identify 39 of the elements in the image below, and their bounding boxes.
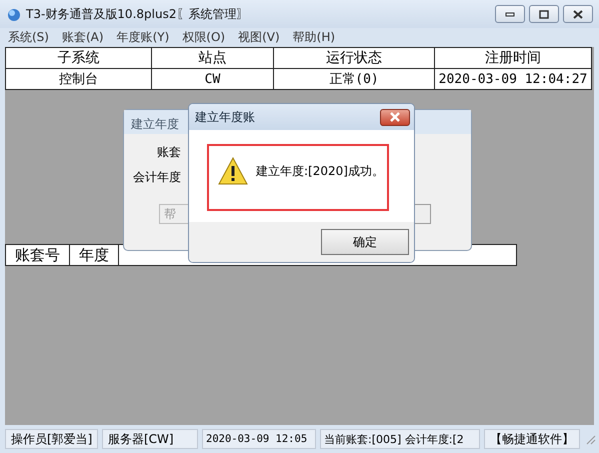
menu-item[interactable]: 权限(O): [182, 28, 226, 46]
close-button[interactable]: [380, 108, 410, 126]
field-label: 会计年度: [133, 169, 181, 186]
table-cell: 2020-03-09 12:04:27: [434, 68, 592, 90]
table-cell: 正常(0): [274, 68, 434, 90]
status-field: 操作员[郭爱当]: [5, 429, 98, 449]
maximize-button[interactable]: [529, 5, 559, 23]
maximize-icon: [539, 10, 549, 18]
minimize-button[interactable]: [495, 5, 525, 23]
warning-icon: [218, 157, 248, 185]
dialog-title: 建立年度: [131, 117, 179, 131]
menu-item[interactable]: 帮助(H): [292, 28, 336, 46]
app-logo-icon: [6, 6, 22, 22]
dialog-title: 建立年度账: [195, 108, 255, 126]
table-cell: 控制台: [6, 68, 152, 90]
window-title: T3-财务通普及版10.8plus2〖系统管理〗: [26, 6, 248, 22]
status-field: 【畅捷通软件】: [484, 429, 580, 449]
message-text: 建立年度:[2020]成功。: [256, 163, 384, 180]
close-icon: [389, 112, 401, 122]
status-field: 当前账套:[005] 会计年度:[2: [320, 429, 480, 449]
close-button[interactable]: [563, 5, 593, 23]
minimize-icon: [505, 11, 515, 17]
column-header: 子系统: [6, 48, 152, 68]
field-label: 账套: [157, 144, 181, 161]
menu-item[interactable]: 年度账(Y): [116, 28, 170, 46]
status-field: 2020-03-09 12:05: [202, 429, 316, 449]
ok-button[interactable]: 确定: [321, 229, 409, 255]
close-icon: [573, 10, 583, 18]
menu-item[interactable]: 账套(A): [62, 28, 104, 46]
status-field: 服务器[CW]: [102, 429, 198, 449]
column-header: 年度: [70, 245, 119, 265]
column-header: 账套号: [6, 245, 70, 265]
column-header: 站点: [152, 48, 274, 68]
menu-item[interactable]: 系统(S): [8, 28, 49, 46]
table-cell: CW: [152, 68, 274, 90]
column-header: 运行状态: [274, 48, 434, 68]
menu-item[interactable]: 视图(V): [238, 28, 280, 46]
resize-grip-icon: [584, 433, 596, 445]
column-header: 注册时间: [434, 48, 592, 68]
